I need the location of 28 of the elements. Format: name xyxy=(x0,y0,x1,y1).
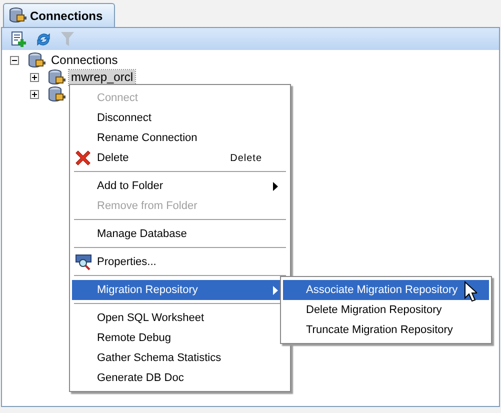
tree-node-label[interactable]: Connections xyxy=(49,53,120,68)
menu-item[interactable]: Manage Database xyxy=(72,224,288,244)
database-icon xyxy=(48,69,66,86)
mouse-pointer-icon xyxy=(464,281,477,302)
tree-node-label[interactable]: mwrep_orcl xyxy=(69,70,136,85)
properties-icon xyxy=(75,254,93,271)
expand-icon[interactable] xyxy=(30,90,39,99)
add-connection-icon xyxy=(10,30,28,48)
connections-tab[interactable]: Connections xyxy=(3,3,115,27)
database-icon xyxy=(28,52,46,69)
cross-icon xyxy=(75,150,91,166)
menu-item[interactable]: Generate DB Doc xyxy=(72,368,288,388)
menu-item[interactable]: Gather Schema Statistics xyxy=(72,348,288,368)
collapse-icon[interactable] xyxy=(10,56,19,65)
menu-item[interactable]: Add to Folder xyxy=(72,176,288,196)
menu-item[interactable]: Truncate Migration Repository xyxy=(283,320,489,340)
menu-item[interactable]: Associate Migration Repository xyxy=(283,280,489,300)
filter-icon xyxy=(60,31,74,47)
menu-item[interactable]: Properties... xyxy=(72,252,288,272)
database-icon xyxy=(48,86,66,103)
menu-item[interactable]: Rename Connection xyxy=(72,128,288,148)
menu-item[interactable]: Delete Migration Repository xyxy=(283,300,489,320)
expand-icon[interactable] xyxy=(30,73,39,82)
menu-item[interactable]: Disconnect xyxy=(72,108,288,128)
toolbar-button[interactable] xyxy=(10,30,28,48)
refresh-icon xyxy=(34,30,52,48)
menu-item[interactable]: Delete Delete xyxy=(72,148,288,168)
database-icon xyxy=(9,7,27,24)
